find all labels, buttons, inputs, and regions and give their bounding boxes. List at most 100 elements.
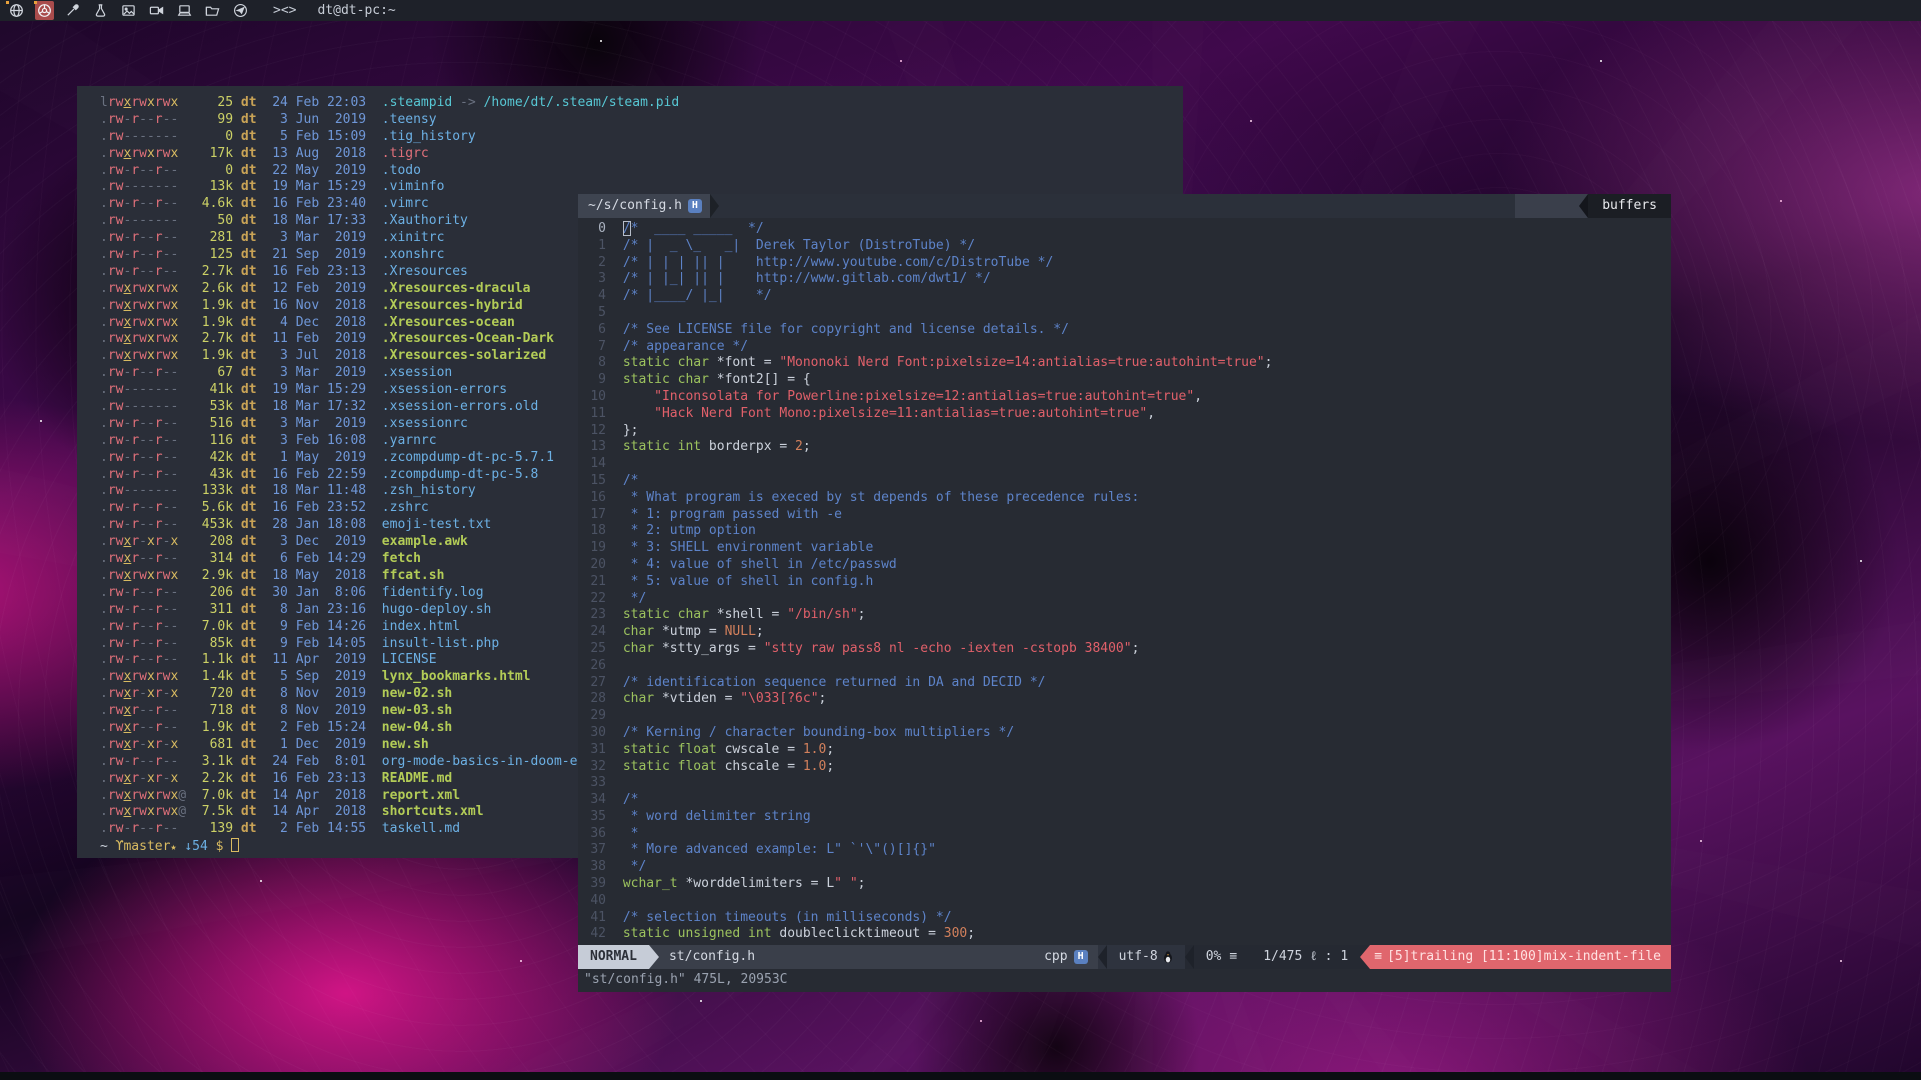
tab-current-file[interactable]: ~/s/config.h H xyxy=(578,194,710,218)
telegram-icon[interactable] xyxy=(231,1,250,20)
warning-text: [5]trailing [11:100]mix-indent-file xyxy=(1387,949,1661,966)
code-line: 3 /* | |_| || | http://www.gitlab.com/dw… xyxy=(582,271,1671,288)
file-row: lrwxrwxrwx 25 dt 24 Feb 22:03 .steampid … xyxy=(100,95,1183,112)
code-editor-area[interactable]: 0 /* ____ _____ */1 /* | _ \_ _| Derek T… xyxy=(578,218,1671,945)
display-icon[interactable] xyxy=(175,1,194,20)
code-line: 28 char *vtiden = "\033[?6c"; xyxy=(582,691,1671,708)
code-line: 7 /* appearance */ xyxy=(582,339,1671,356)
file-row: .rw------- 0 dt 5 Feb 15:09 .tig_history xyxy=(100,129,1183,146)
git-branch-name: master xyxy=(123,839,170,854)
code-line: 40 xyxy=(582,893,1671,910)
code-line: 8 static char *font = "Mononoki Nerd Fon… xyxy=(582,355,1671,372)
code-line: 27 /* identification sequence returned i… xyxy=(582,675,1671,692)
code-line: 23 static char *shell = "/bin/sh"; xyxy=(582,607,1671,624)
encoding-label: utf-8 xyxy=(1119,949,1158,966)
code-line: 24 char *utmp = NULL; xyxy=(582,624,1671,641)
code-line: 29 xyxy=(582,708,1671,725)
buffers-separator-icon xyxy=(1579,194,1588,218)
code-line: 11 "Hack Nerd Font Mono:pixelsize=11:ant… xyxy=(582,406,1671,423)
line-icon: ℓ xyxy=(1310,949,1316,966)
tabline-spacer xyxy=(719,194,1515,218)
vim-statusline: NORMAL st/config.h cppH utf-8 0% ≡ 1/475… xyxy=(578,945,1671,969)
code-line: 25 char *stty_args = "stty raw pass8 nl … xyxy=(582,641,1671,658)
prompt-path: ~ xyxy=(100,839,108,854)
tab-separator-icon xyxy=(710,194,719,218)
screenshot-icon[interactable] xyxy=(35,1,54,20)
buffers-label[interactable]: buffers xyxy=(1588,194,1671,218)
code-line: 36 * xyxy=(582,826,1671,843)
file-manager-icon[interactable] xyxy=(203,1,222,20)
warning-arrow-icon xyxy=(1360,945,1370,969)
code-line: 32 static float chscale = 1.0; xyxy=(582,759,1671,776)
warning-icon: ≡ xyxy=(1374,949,1382,966)
code-line: 19 * 3: SHELL environment variable xyxy=(582,540,1671,557)
fish-shell-glyph: ><> xyxy=(273,3,296,18)
code-line: 5 xyxy=(582,305,1671,322)
focused-window-title: dt@dt-pc:~ xyxy=(317,3,395,18)
header-file-icon: H xyxy=(688,199,702,213)
code-line: 33 xyxy=(582,775,1671,792)
code-line: 34 /* xyxy=(582,792,1671,809)
code-line: 38 */ xyxy=(582,859,1671,876)
scroll-percent: 0% xyxy=(1206,949,1222,966)
vim-message-line: "st/config.h" 475L, 20953C xyxy=(578,969,1671,992)
filetype-segment: cppH xyxy=(1034,945,1097,969)
git-behind-count: ↓54 xyxy=(184,839,207,854)
file-row: .rwxrwxrwx 17k dt 13 Aug 2018 .tigrc xyxy=(100,146,1183,163)
column-number: 1 xyxy=(1340,949,1348,966)
warning-segment: ≡ [5]trailing [11:100]mix-indent-file xyxy=(1370,945,1671,969)
color-picker-icon[interactable] xyxy=(63,1,82,20)
code-line: 2 /* | | | || | http://www.youtube.com/c… xyxy=(582,255,1671,272)
code-line: 30 /* Kerning / character bounding-box m… xyxy=(582,725,1671,742)
segment-separator-icon xyxy=(1185,945,1194,969)
prompt-symbol: $ xyxy=(216,839,224,854)
code-line: 37 * More advanced example: L" `'\"()[]{… xyxy=(582,842,1671,859)
tray-marker xyxy=(34,1,37,4)
statusline-filename: st/config.h xyxy=(659,945,1034,969)
vim-window[interactable]: ~/s/config.h H buffers 0 /* ____ _____ */… xyxy=(578,194,1671,992)
file-row: .rw-r--r-- 0 dt 22 May 2019 .todo xyxy=(100,163,1183,180)
code-line: 17 * 1: program passed with -e xyxy=(582,507,1671,524)
code-line: 41 /* selection timeouts (in millisecond… xyxy=(582,910,1671,927)
line-position: 1/475 xyxy=(1263,949,1302,966)
code-line: 26 xyxy=(582,658,1671,675)
code-line: 18 * 2: utmp option xyxy=(582,523,1671,540)
code-line: 20 * 4: value of shell in /etc/passwd xyxy=(582,557,1671,574)
code-line: 9 static char *font2[] = { xyxy=(582,372,1671,389)
browser-icon[interactable] xyxy=(7,1,26,20)
code-line: 15 /* xyxy=(582,473,1671,490)
image-viewer-icon[interactable] xyxy=(119,1,138,20)
tray-marker xyxy=(6,1,9,4)
code-line: 39 wchar_t *worddelimiters = L" "; xyxy=(582,876,1671,893)
code-line: 22 */ xyxy=(582,591,1671,608)
code-line: 6 /* See LICENSE file for copyright and … xyxy=(582,322,1671,339)
segment-separator-icon xyxy=(1098,945,1107,969)
scroll-icon: ≡ xyxy=(1229,949,1237,966)
code-line: 16 * What program is execed by st depend… xyxy=(582,490,1671,507)
code-line: 21 * 5: value of shell in config.h xyxy=(582,574,1671,591)
video-recorder-icon[interactable] xyxy=(147,1,166,20)
tab-file-label: ~/s/config.h xyxy=(588,198,682,215)
code-line: 1 /* | _ \_ _| Derek Taylor (DistroTube)… xyxy=(582,238,1671,255)
file-row: .rw-r--r-- 99 dt 3 Jun 2019 .teensy xyxy=(100,112,1183,129)
top-bar: ><> dt@dt-pc:~ xyxy=(0,0,1921,21)
vim-tabline: ~/s/config.h H buffers xyxy=(578,194,1671,218)
code-line: 0 /* ____ _____ */ xyxy=(582,221,1671,238)
position-segment: 0% ≡ 1/475 ℓ : 1 xyxy=(1194,945,1361,969)
code-line: 13 static int borderpx = 2; xyxy=(582,439,1671,456)
flask-icon[interactable] xyxy=(91,1,110,20)
code-line: 10 "Inconsolata for Powerline:pixelsize=… xyxy=(582,389,1671,406)
linux-penguin-icon xyxy=(1163,951,1173,963)
terminal-cursor xyxy=(231,838,239,852)
bottom-edge-strip xyxy=(0,1072,1921,1080)
powerline-arrow-icon xyxy=(649,945,659,969)
code-line: 12 }; xyxy=(582,423,1671,440)
filetype-label: cpp xyxy=(1044,949,1067,966)
code-line: 4 /* |____/ |_| */ xyxy=(582,288,1671,305)
encoding-segment: utf-8 xyxy=(1107,945,1185,969)
code-line: 31 static float cwscale = 1.0; xyxy=(582,742,1671,759)
mode-indicator: NORMAL xyxy=(578,945,649,969)
code-line: 42 static unsigned int doubleclicktimeou… xyxy=(582,926,1671,943)
tabline-right-segment xyxy=(1515,194,1579,218)
code-line: 14 xyxy=(582,456,1671,473)
